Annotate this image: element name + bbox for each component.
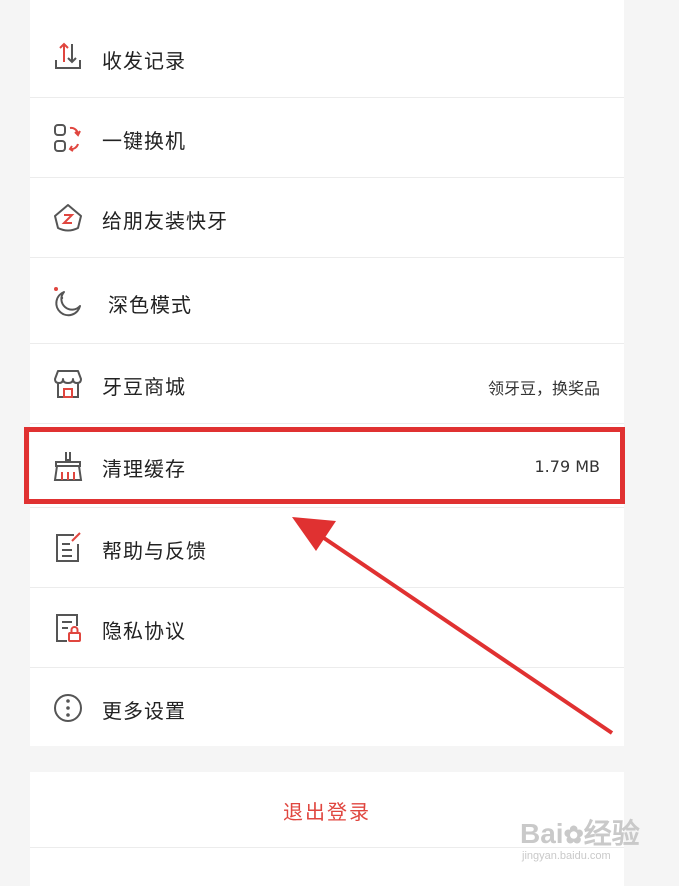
- baidu-watermark-logo: Bai✿经验 jingyan.baidu.com: [520, 818, 640, 862]
- annotation-arrow: [292, 517, 614, 735]
